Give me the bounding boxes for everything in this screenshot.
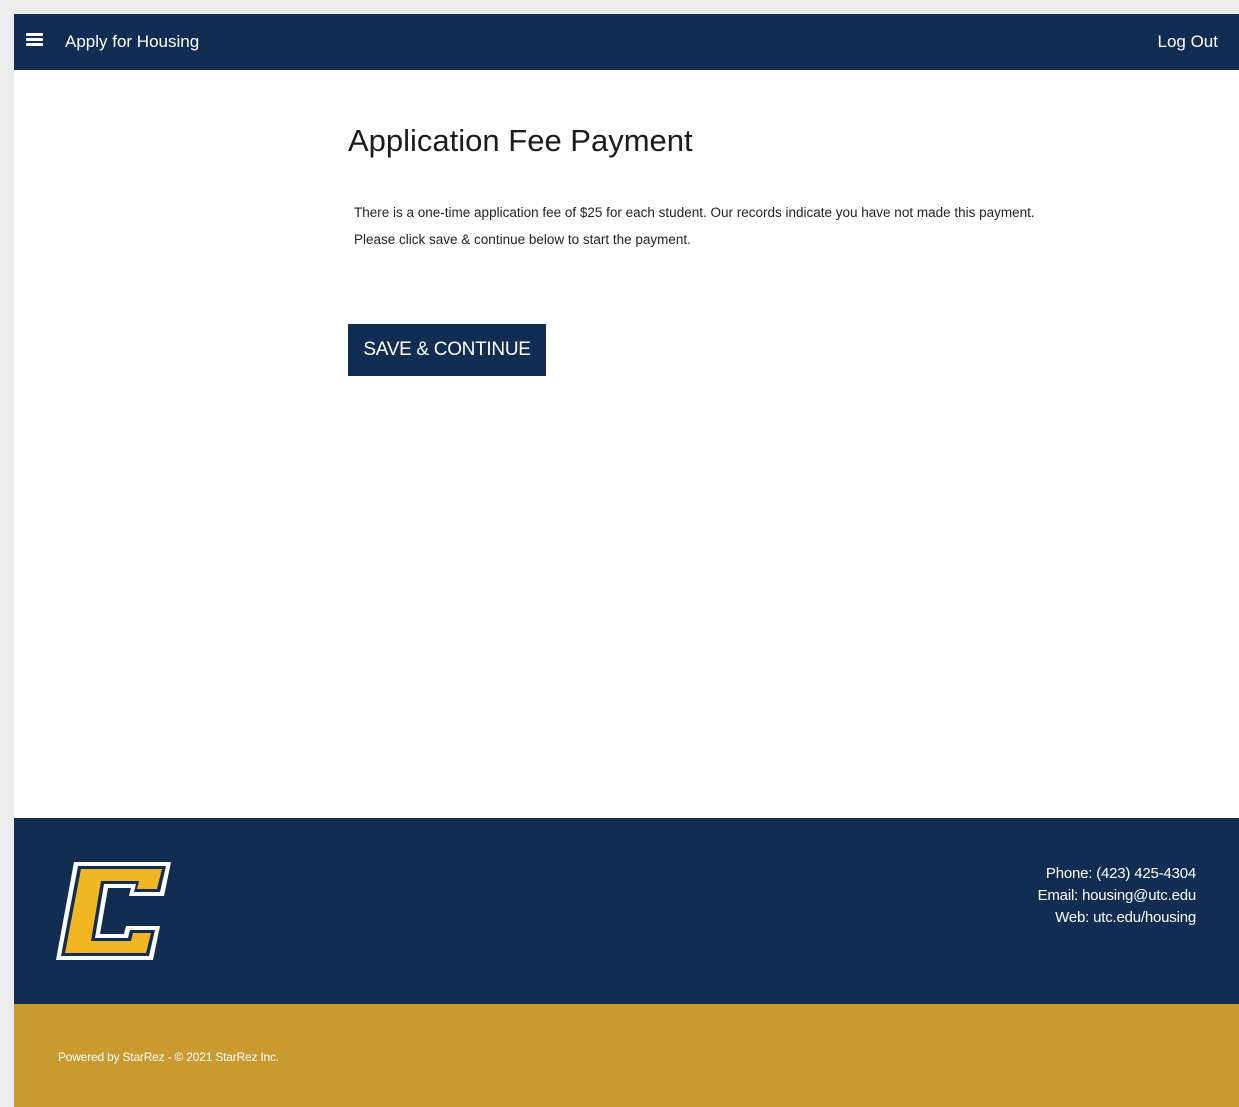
- page-title: Application Fee Payment: [348, 123, 693, 158]
- powered-by-text: Powered by StarRez - © 2021 StarRez Inc.: [58, 1050, 279, 1064]
- main-content: Application Fee Payment There is a one-t…: [348, 120, 1208, 376]
- fee-description: There is a one-time application fee of $…: [354, 199, 1208, 253]
- contact-email-link[interactable]: Email: housing@utc.edu: [1038, 887, 1197, 904]
- page: Apply for Housing Log Out Application Fe…: [14, 14, 1239, 1107]
- contact-info: Phone: (423) 425-4304 Email: housing@utc…: [1038, 863, 1197, 929]
- fee-description-line-1: There is a one-time application fee of $…: [354, 205, 1035, 220]
- contact-web-link[interactable]: Web: utc.edu/housing: [1055, 909, 1196, 926]
- save-continue-button[interactable]: SAVE & CONTINUE: [348, 324, 546, 376]
- contact-phone: Phone: (423) 425-4304: [1045, 865, 1196, 882]
- hamburger-menu-icon[interactable]: [26, 33, 43, 47]
- utc-c-logo-icon: [56, 862, 171, 960]
- sub-footer: Powered by StarRez - © 2021 StarRez Inc.: [14, 1004, 1239, 1107]
- footer: Phone: (423) 425-4304 Email: housing@utc…: [14, 818, 1239, 1004]
- fee-description-line-2: Please click save & continue below to st…: [354, 232, 691, 247]
- logout-link[interactable]: Log Out: [1158, 31, 1219, 53]
- app-title-link[interactable]: Apply for Housing: [65, 31, 199, 53]
- top-navbar: Apply for Housing Log Out: [14, 14, 1239, 70]
